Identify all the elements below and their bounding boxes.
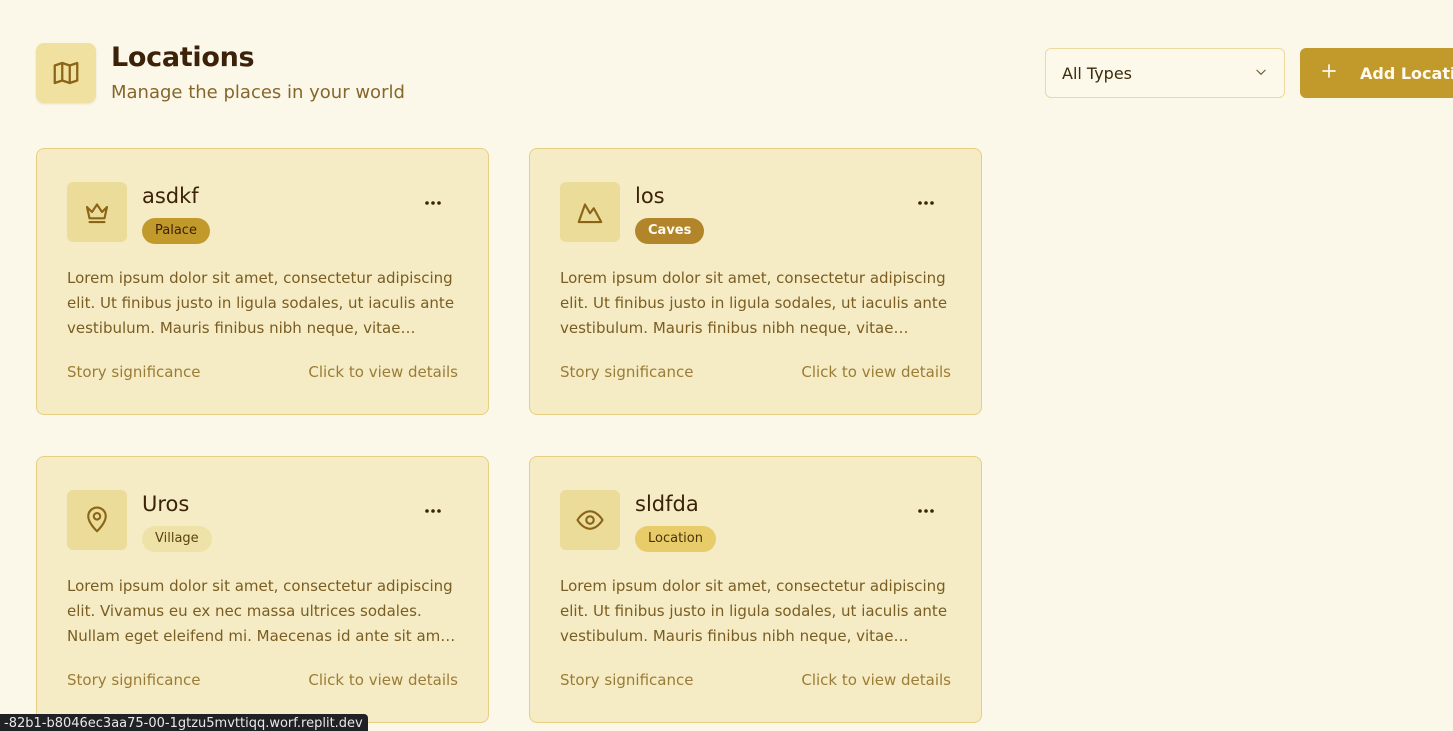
location-name: asdkf xyxy=(142,184,199,208)
location-card[interactable]: Uros Village Lorem ipsum dolor sit amet,… xyxy=(36,456,489,723)
page-title: Locations xyxy=(111,42,255,73)
more-options-icon[interactable] xyxy=(421,191,445,215)
page-subtitle: Manage the places in your world xyxy=(111,82,405,103)
location-card[interactable]: asdkf Palace Lorem ipsum dolor sit amet,… xyxy=(36,148,489,415)
more-options-icon[interactable] xyxy=(914,191,938,215)
location-description: Lorem ipsum dolor sit amet, consectetur … xyxy=(67,269,455,337)
plus-icon xyxy=(1320,62,1338,84)
view-details-link[interactable]: Click to view details xyxy=(308,671,458,689)
more-options-icon[interactable] xyxy=(914,499,938,523)
view-details-link[interactable]: Click to view details xyxy=(801,363,951,381)
type-filter-value: All Types xyxy=(1062,63,1133,83)
location-name: sldfda xyxy=(635,492,699,516)
location-description: Lorem ipsum dolor sit amet, consectetur … xyxy=(560,577,948,645)
location-name: los xyxy=(635,184,665,208)
location-name: Uros xyxy=(142,492,190,516)
location-type-badge: Village xyxy=(142,526,212,552)
location-type-badge: Location xyxy=(635,526,716,552)
chevron-down-icon xyxy=(1254,64,1268,83)
map-pin-icon xyxy=(67,490,127,550)
locations-page: Locations Manage the places in your worl… xyxy=(0,0,1453,731)
link-status-bar: -82b1-b8046ec3aa75-00-1gtzu5mvttiqq.worf… xyxy=(0,714,368,731)
location-type-badge: Caves xyxy=(635,218,705,244)
map-icon xyxy=(36,43,96,103)
location-card[interactable]: los Caves Lorem ipsum dolor sit amet, co… xyxy=(529,148,982,415)
story-significance-label: Story significance xyxy=(67,671,201,689)
location-card[interactable]: sldfda Location Lorem ipsum dolor sit am… xyxy=(529,456,982,723)
location-type-badge: Palace xyxy=(142,218,210,244)
type-filter-select[interactable]: All Types xyxy=(1045,48,1285,98)
add-location-button[interactable]: Add Location xyxy=(1300,48,1453,98)
story-significance-label: Story significance xyxy=(67,363,201,381)
location-description: Lorem ipsum dolor sit amet, consectetur … xyxy=(560,269,948,337)
story-significance-label: Story significance xyxy=(560,671,694,689)
add-location-label: Add Location xyxy=(1360,63,1453,83)
location-description: Lorem ipsum dolor sit amet, consectetur … xyxy=(67,577,456,645)
eye-icon xyxy=(560,490,620,550)
more-options-icon[interactable] xyxy=(421,499,445,523)
mountain-icon xyxy=(560,182,620,242)
story-significance-label: Story significance xyxy=(560,363,694,381)
crown-icon xyxy=(67,182,127,242)
view-details-link[interactable]: Click to view details xyxy=(308,363,458,381)
view-details-link[interactable]: Click to view details xyxy=(801,671,951,689)
